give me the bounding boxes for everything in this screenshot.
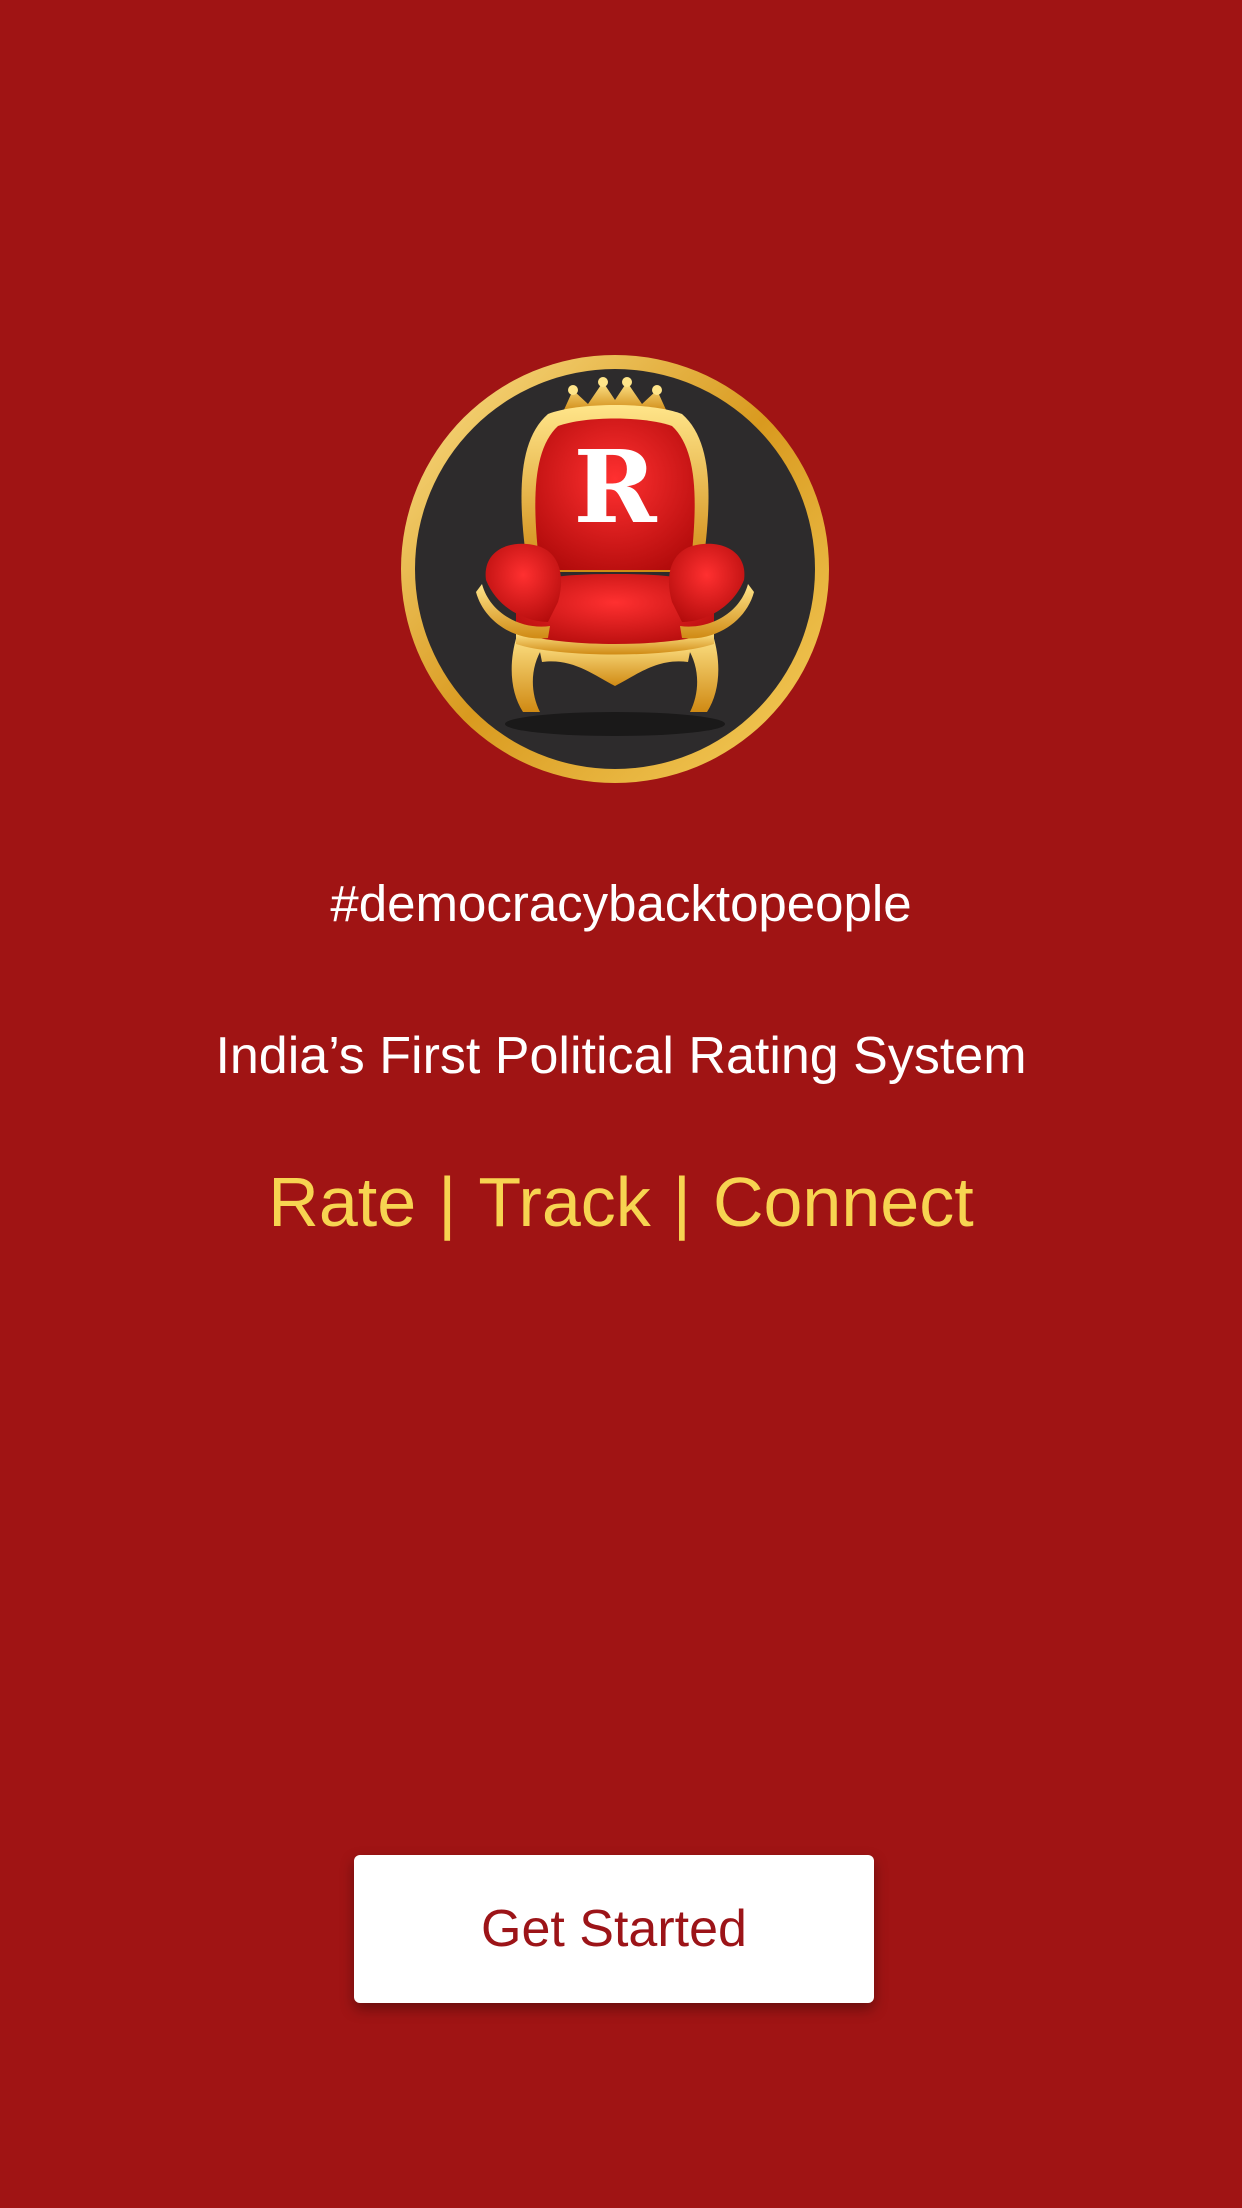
tagline-track: Track (478, 1163, 651, 1241)
app-subtitle: India’s First Political Rating System (215, 1027, 1027, 1085)
hashtag-text: #democracybacktopeople (330, 875, 912, 932)
app-logo: R (398, 352, 832, 786)
tagline-connect: Connect (712, 1163, 974, 1241)
logo-letter: R (573, 428, 657, 546)
tagline-rate: Rate (268, 1163, 417, 1241)
get-started-button[interactable]: Get Started (354, 1855, 874, 2003)
tagline-separator: | (438, 1163, 457, 1241)
tagline: Rate | Track | Connect (0, 1160, 1242, 1244)
throne-chair-icon: R (401, 355, 829, 783)
tagline-separator: | (672, 1163, 691, 1241)
